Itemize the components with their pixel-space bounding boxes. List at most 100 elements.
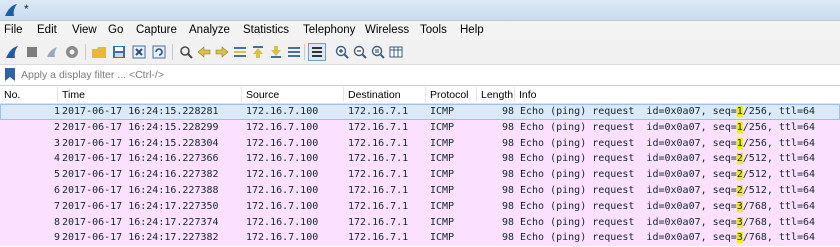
column-header-length[interactable]: Length: [481, 89, 513, 101]
column-header-no[interactable]: No.: [4, 89, 20, 101]
packet-destination: 172.16.7.1: [348, 184, 409, 196]
auto-scroll-icon[interactable]: [286, 44, 302, 60]
stop-icon[interactable]: [24, 44, 40, 60]
menu-telephony[interactable]: Telephony: [303, 24, 355, 36]
go-forward-icon[interactable]: [214, 44, 230, 60]
packet-protocol: ICMP: [430, 216, 455, 228]
column-separator[interactable]: [514, 87, 515, 102]
toolbar-separator: [304, 44, 305, 60]
display-filter-input[interactable]: Apply a display filter ... <Ctrl-/>: [21, 69, 164, 81]
column-header-source[interactable]: Source: [246, 89, 279, 101]
packet-info: Echo (ping) request id=0x0a07, seq=1/256…: [520, 106, 815, 117]
packet-number: 5: [53, 169, 60, 181]
window-title: *: [24, 2, 29, 16]
packet-protocol: ICMP: [430, 153, 455, 165]
packet-list: 1 2017-06-17 16:24:15.228281 172.16.7.10…: [0, 104, 840, 247]
go-back-icon[interactable]: [196, 44, 212, 60]
packet-info: Echo (ping) request id=0x0a07, seq=3/768…: [520, 232, 815, 244]
packet-info-text: Echo (ping) request id=0x0a07, seq=: [520, 153, 737, 165]
reload-icon[interactable]: [151, 44, 167, 60]
column-header-protocol[interactable]: Protocol: [430, 89, 469, 101]
colorize-icon[interactable]: [308, 43, 326, 61]
packet-info: Echo (ping) request id=0x0a07, seq=3/768…: [520, 200, 816, 212]
packet-source: 172.16.7.100: [246, 153, 319, 165]
column-separator[interactable]: [57, 87, 58, 102]
bookmark-icon[interactable]: [5, 68, 15, 81]
menu-tools[interactable]: Tools: [420, 24, 447, 36]
packet-info-suffix: /512, ttl=64: [742, 184, 816, 196]
menu-analyze[interactable]: Analyze: [189, 24, 230, 36]
menu-view[interactable]: View: [72, 24, 97, 36]
packet-row[interactable]: 3 2017-06-17 16:24:15.228304 172.16.7.10…: [0, 135, 840, 152]
packet-info: Echo (ping) request id=0x0a07, seq=2/512…: [520, 153, 815, 165]
packet-number: 8: [53, 216, 60, 228]
packet-row[interactable]: 4 2017-06-17 16:24:16.227366 172.16.7.10…: [0, 151, 840, 168]
packet-row[interactable]: 1 2017-06-17 16:24:15.228281 172.16.7.10…: [0, 104, 840, 120]
resize-columns-icon[interactable]: [388, 44, 404, 60]
column-separator[interactable]: [476, 87, 477, 102]
packet-time: 2017-06-17 16:24:16.227366: [62, 153, 219, 165]
packet-protocol: ICMP: [430, 121, 455, 133]
zoom-out-icon[interactable]: [352, 44, 368, 60]
column-header-time[interactable]: Time: [62, 89, 85, 101]
packet-info-text: Echo (ping) request id=0x0a07, seq=: [520, 216, 737, 228]
column-header-destination[interactable]: Destination: [348, 89, 401, 101]
packet-length: 98: [501, 232, 514, 244]
menu-wireless[interactable]: Wireless: [365, 24, 409, 36]
packet-destination: 172.16.7.1: [348, 121, 409, 133]
go-last-icon[interactable]: [268, 44, 284, 60]
packet-info-text: Echo (ping) request id=0x0a07, seq=: [520, 169, 737, 181]
packet-info: Echo (ping) request id=0x0a07, seq=2/512…: [520, 184, 816, 196]
zoom-in-icon[interactable]: [334, 44, 350, 60]
packet-number: 7: [53, 200, 60, 212]
menu-edit[interactable]: Edit: [37, 24, 57, 36]
packet-protocol: ICMP: [430, 200, 455, 212]
packet-source: 172.16.7.100: [246, 169, 319, 181]
go-to-packet-icon[interactable]: [232, 44, 248, 60]
packet-row[interactable]: 7 2017-06-17 16:24:17.227350 172.16.7.10…: [0, 198, 840, 215]
packet-row[interactable]: 9 2017-06-17 16:24:17.227382 172.16.7.10…: [0, 230, 840, 247]
column-header-info[interactable]: Info: [519, 89, 537, 101]
packet-info-suffix: /256, ttl=64: [742, 121, 816, 133]
wireshark-fin-icon: [5, 4, 17, 16]
packet-info-suffix: /768, ttl=64: [742, 200, 816, 212]
packet-destination: 172.16.7.1: [348, 106, 409, 117]
shark-fin-start-icon[interactable]: [4, 44, 20, 60]
display-filter-bar[interactable]: Apply a display filter ... <Ctrl-/>: [0, 65, 840, 86]
column-separator[interactable]: [343, 87, 344, 102]
packet-time: 2017-06-17 16:24:15.228304: [62, 137, 219, 149]
packet-info-suffix: /256, ttl=64: [742, 106, 816, 117]
packet-row[interactable]: 8 2017-06-17 16:24:17.227374 172.16.7.10…: [0, 214, 840, 231]
menu-file[interactable]: File: [4, 24, 23, 36]
close-file-icon[interactable]: [131, 44, 147, 60]
packet-destination: 172.16.7.1: [348, 169, 409, 181]
find-icon[interactable]: [178, 44, 194, 60]
go-first-icon[interactable]: [250, 44, 266, 60]
packet-time: 2017-06-17 16:24:16.227388: [62, 184, 219, 196]
packet-info-text: Echo (ping) request id=0x0a07, seq=: [520, 232, 737, 244]
packet-info-suffix: /768, ttl=64: [742, 216, 816, 228]
packet-time: 2017-06-17 16:24:17.227350: [62, 200, 219, 212]
toolbar-separator: [172, 44, 173, 60]
packet-destination: 172.16.7.1: [348, 137, 409, 149]
menu-help[interactable]: Help: [460, 24, 484, 36]
column-separator[interactable]: [425, 87, 426, 102]
packet-length: 98: [501, 184, 514, 196]
packet-row[interactable]: 6 2017-06-17 16:24:16.227388 172.16.7.10…: [0, 182, 840, 199]
restart-icon[interactable]: [44, 44, 60, 60]
packet-info: Echo (ping) request id=0x0a07, seq=2/512…: [520, 169, 815, 181]
packet-info: Echo (ping) request id=0x0a07, seq=1/256…: [520, 121, 816, 133]
packet-number: 6: [53, 184, 60, 196]
menu-statistics[interactable]: Statistics: [243, 24, 289, 36]
menu-go[interactable]: Go: [108, 24, 123, 36]
zoom-normal-icon[interactable]: [370, 44, 386, 60]
save-icon[interactable]: [111, 44, 127, 60]
open-folder-icon[interactable]: [91, 44, 107, 60]
column-separator[interactable]: [241, 87, 242, 102]
options-gear-icon[interactable]: [64, 44, 80, 60]
packet-length: 98: [501, 106, 514, 117]
packet-row[interactable]: 2 2017-06-17 16:24:15.228299 172.16.7.10…: [0, 119, 840, 136]
packet-row[interactable]: 5 2017-06-17 16:24:16.227382 172.16.7.10…: [0, 167, 840, 183]
packet-destination: 172.16.7.1: [348, 216, 409, 228]
menu-capture[interactable]: Capture: [136, 24, 177, 36]
